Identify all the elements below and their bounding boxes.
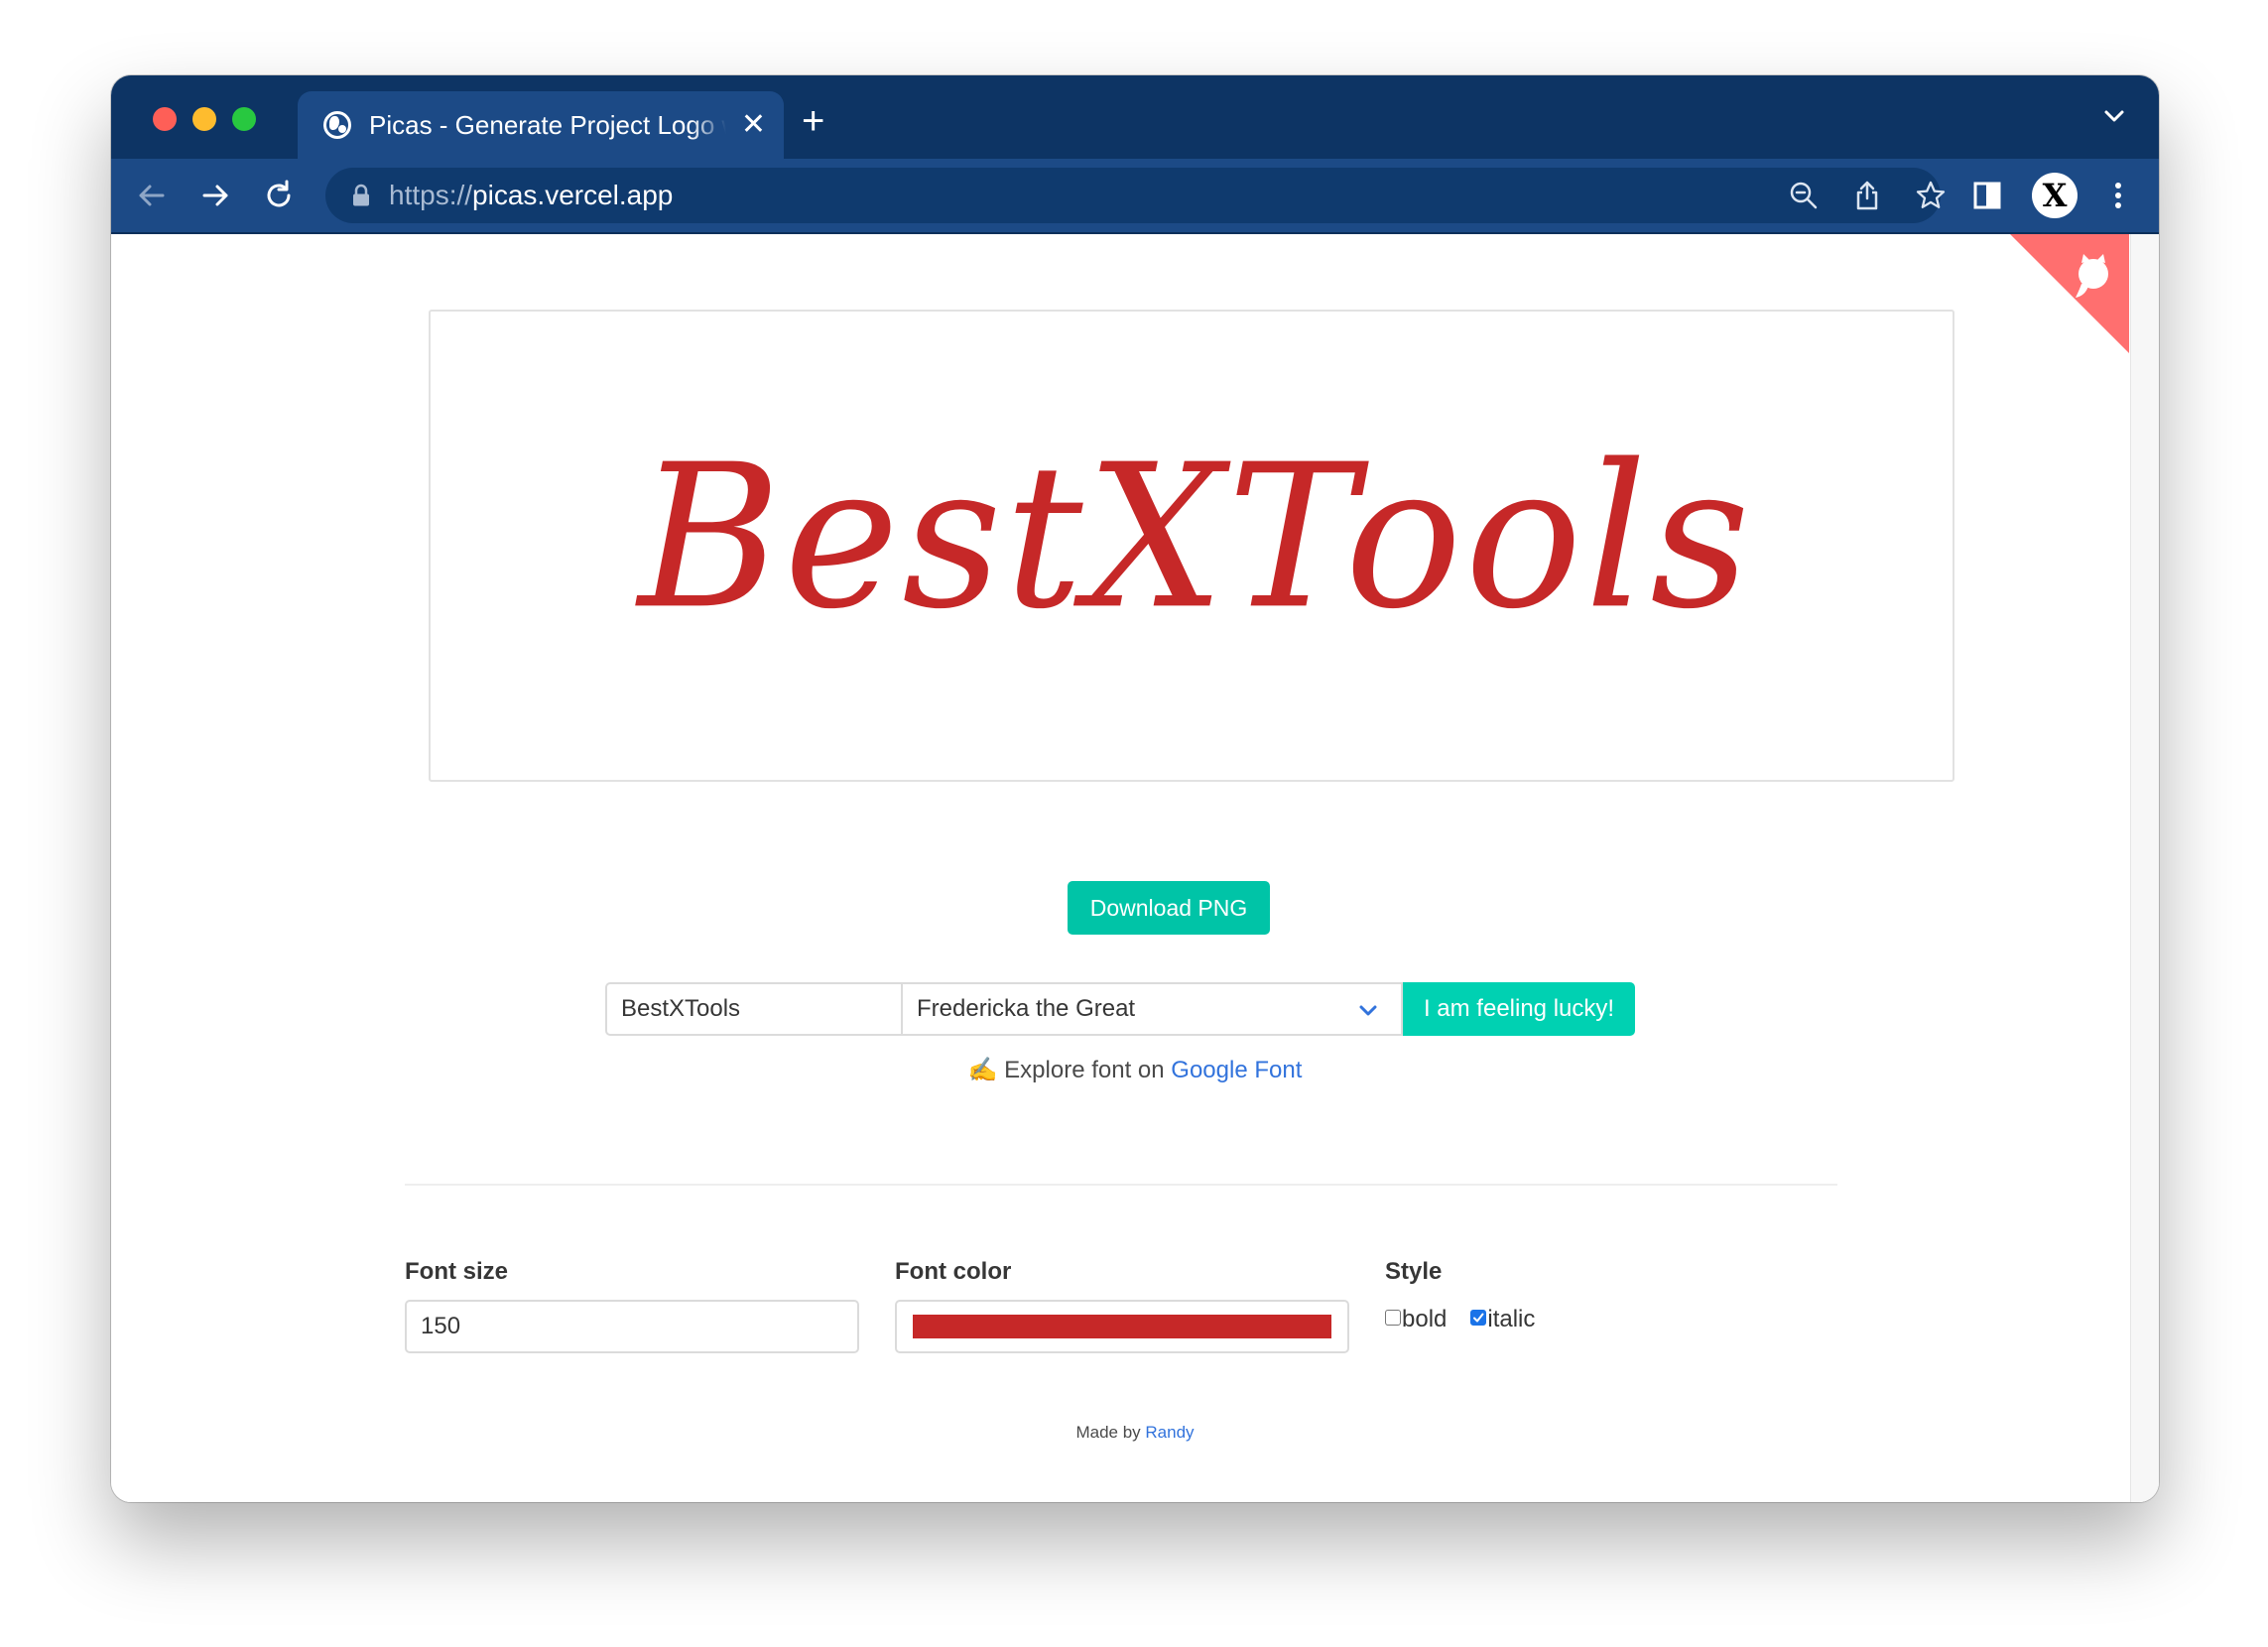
- bookmark-star-icon[interactable]: [1915, 180, 1947, 211]
- page-scrollbar[interactable]: [2130, 234, 2159, 1502]
- page-content: BestXTools Download PNG BestXTools Frede…: [111, 234, 2159, 1502]
- forward-icon[interactable]: [196, 177, 234, 214]
- close-icon[interactable]: ✕: [741, 110, 766, 140]
- zoom-icon[interactable]: [1788, 180, 1820, 211]
- font-select[interactable]: Fredericka the Great: [903, 982, 1403, 1036]
- italic-checkbox[interactable]: [1470, 1310, 1487, 1326]
- font-size-input[interactable]: 150: [405, 1300, 859, 1353]
- explore-font-line: ✍ Explore font on Google Font: [111, 1056, 2159, 1084]
- style-options: bold italic: [1385, 1306, 1535, 1333]
- font-select-value: Fredericka the Great: [917, 995, 1136, 1022]
- logo-preview: BestXTools: [429, 310, 1954, 782]
- menu-icon[interactable]: [2099, 177, 2137, 214]
- browser-tab[interactable]: Picas - Generate Project Logo with Googl…: [298, 91, 784, 159]
- section-divider: [405, 1184, 1837, 1186]
- checkmark-icon: [1473, 1313, 1484, 1323]
- address-bar[interactable]: https://picas.vercel.app: [325, 168, 1946, 223]
- back-icon[interactable]: [133, 177, 171, 214]
- chevron-down-icon[interactable]: [2099, 101, 2129, 136]
- bold-label[interactable]: bold: [1402, 1306, 1447, 1333]
- maximize-window-button[interactable]: [232, 107, 256, 131]
- new-tab-icon[interactable]: +: [802, 101, 824, 141]
- share-icon[interactable]: [1851, 180, 1883, 211]
- bold-checkbox[interactable]: [1385, 1310, 1401, 1326]
- download-png-button[interactable]: Download PNG: [1068, 881, 1270, 935]
- author-link[interactable]: Randy: [1145, 1423, 1194, 1442]
- reload-icon[interactable]: [260, 177, 298, 214]
- close-window-button[interactable]: [153, 107, 177, 131]
- font-color-swatch: [913, 1315, 1331, 1338]
- minimize-window-button[interactable]: [192, 107, 216, 131]
- logo-text-input[interactable]: BestXTools: [605, 982, 903, 1036]
- font-color-input[interactable]: [895, 1300, 1349, 1353]
- controls-row: BestXTools Fredericka the Great I am fee…: [605, 982, 1635, 1036]
- profile-avatar[interactable]: X: [2032, 173, 2078, 218]
- font-color-label: Font color: [895, 1258, 1012, 1285]
- globe-icon: [323, 111, 351, 139]
- google-font-link[interactable]: Google Font: [1171, 1057, 1302, 1083]
- feeling-lucky-button[interactable]: I am feeling lucky!: [1403, 982, 1635, 1036]
- font-color-field: Font color: [895, 1258, 1349, 1353]
- browser-window: Picas - Generate Project Logo with Googl…: [111, 75, 2159, 1502]
- lock-icon[interactable]: [351, 184, 371, 212]
- explore-font-text: ✍ Explore font on: [967, 1057, 1172, 1083]
- github-corner-link[interactable]: [2010, 234, 2129, 358]
- browser-toolbar: https://picas.vercel.app X: [111, 159, 2159, 234]
- tab-title: Picas - Generate Project Logo with Googl…: [369, 109, 726, 140]
- style-field: Style bold italic: [1385, 1258, 1535, 1333]
- font-size-label: Font size: [405, 1258, 509, 1285]
- font-size-field: Font size 150: [405, 1258, 859, 1353]
- footer-text: Made by: [1075, 1423, 1146, 1442]
- tab-strip: Picas - Generate Project Logo with Googl…: [111, 75, 2159, 159]
- style-label: Style: [1385, 1258, 1443, 1285]
- logo-text: BestXTools: [638, 422, 1753, 654]
- url-text: https://picas.vercel.app: [389, 180, 674, 210]
- sidebar-icon[interactable]: [1968, 177, 2006, 214]
- chevron-down-icon: [1357, 1000, 1379, 1029]
- italic-label[interactable]: italic: [1487, 1306, 1535, 1333]
- footer: Made by Randy: [111, 1423, 2159, 1443]
